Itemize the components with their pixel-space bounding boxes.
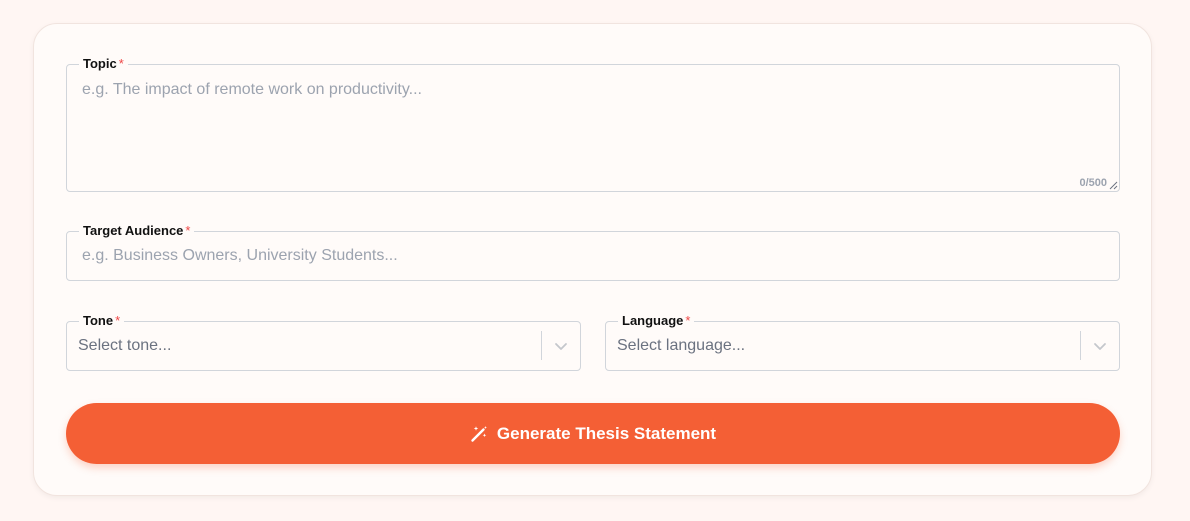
- topic-placeholder: e.g. The impact of remote work on produc…: [82, 81, 422, 98]
- language-label-text: Language: [622, 313, 684, 328]
- generate-thesis-button-label: Generate Thesis Statement: [496, 423, 717, 443]
- character-counter: 0/500: [1079, 177, 1107, 189]
- topic-label: Topic *: [79, 56, 128, 72]
- language-select[interactable]: Language * Select language...: [605, 313, 1120, 371]
- target-audience-placeholder: e.g. Business Owners, University Student…: [82, 247, 398, 264]
- required-asterisk: *: [118, 56, 124, 71]
- topic-label-text: Topic: [83, 56, 117, 71]
- select-separator: [541, 331, 542, 360]
- tone-placeholder: Select tone...: [78, 337, 172, 354]
- language-placeholder: Select language...: [617, 337, 746, 354]
- required-asterisk: *: [185, 223, 191, 238]
- chevron-down-icon[interactable]: [1093, 339, 1107, 353]
- language-label: Language *: [618, 313, 695, 329]
- target-audience-input[interactable]: Target Audience * e.g. Business Owners, U…: [66, 223, 1120, 281]
- resize-handle-icon[interactable]: [1109, 181, 1118, 190]
- tone-label-text: Tone: [83, 313, 114, 328]
- thesis-form-card: Topic * e.g. The impact of remote work on…: [33, 23, 1152, 496]
- required-asterisk: *: [115, 313, 121, 328]
- required-asterisk: *: [685, 313, 691, 328]
- magic-wand-icon: [471, 425, 487, 442]
- chevron-down-icon[interactable]: [554, 339, 568, 353]
- topic-textarea[interactable]: Topic * e.g. The impact of remote work on…: [66, 56, 1120, 192]
- select-separator: [1080, 331, 1081, 360]
- target-audience-label-text: Target Audience: [83, 223, 184, 238]
- generate-thesis-button[interactable]: Generate Thesis Statement: [66, 403, 1120, 464]
- tone-select[interactable]: Tone * Select tone...: [66, 313, 581, 371]
- target-audience-label: Target Audience *: [79, 223, 195, 239]
- tone-label: Tone *: [79, 313, 125, 329]
